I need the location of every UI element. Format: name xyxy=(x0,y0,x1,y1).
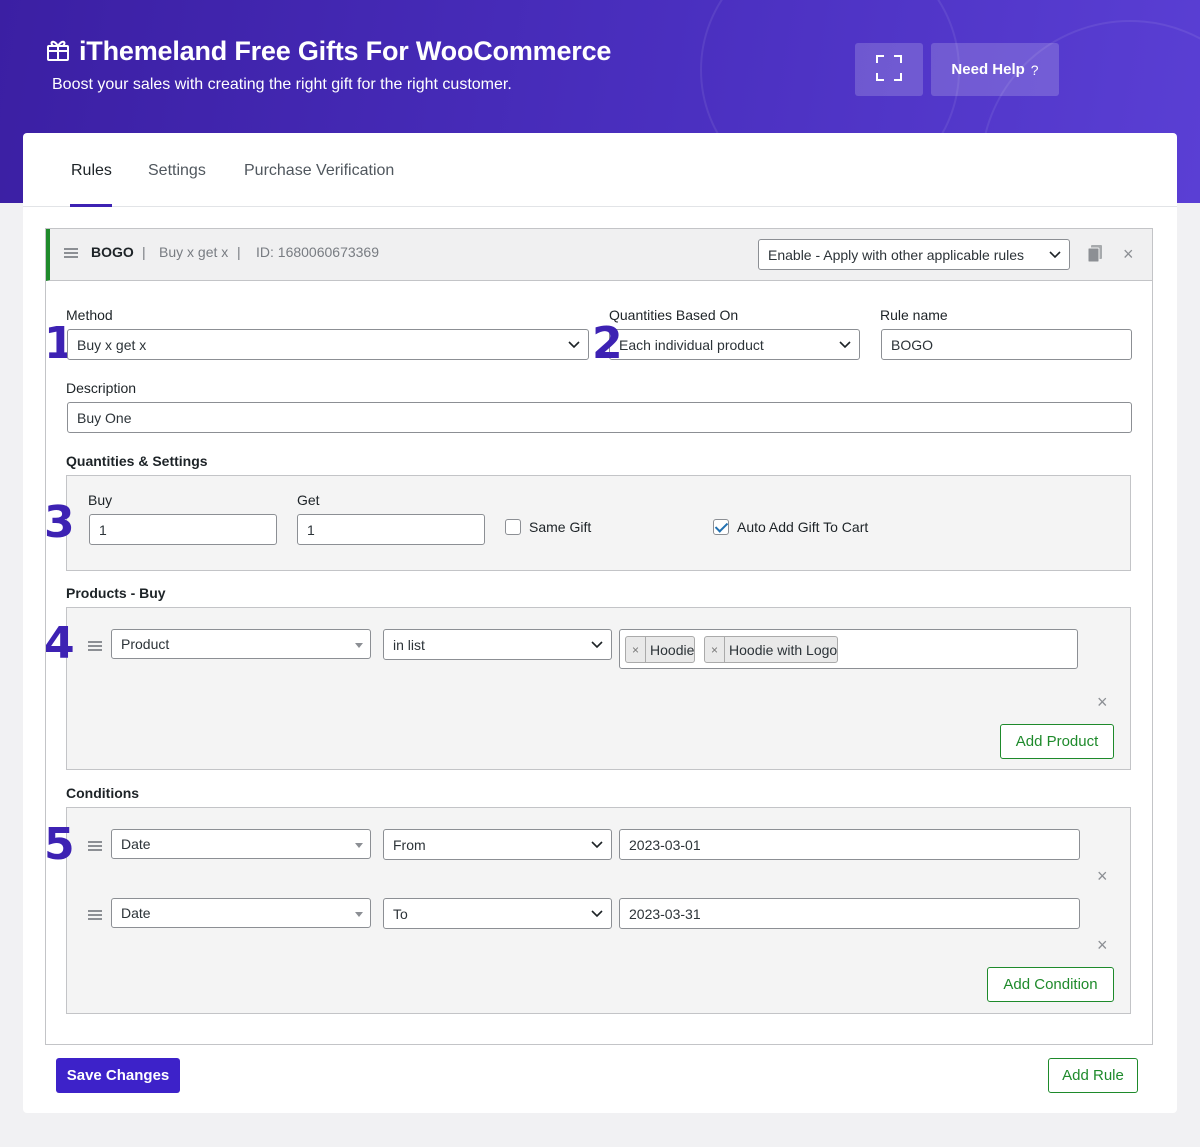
rule-status-select[interactable]: Enable - Apply with other applicable rul… xyxy=(758,239,1070,270)
tab-purchase-verification[interactable]: Purchase Verification xyxy=(244,162,394,180)
condition-type-value: Date xyxy=(121,905,151,921)
app-title: iThemeland Free Gifts For WooCommerce xyxy=(79,36,612,66)
app-subtitle: Boost your sales with creating the right… xyxy=(52,76,512,93)
method-value: Buy x get x xyxy=(77,336,147,353)
add-rule-button[interactable]: Add Rule xyxy=(1048,1058,1138,1093)
step-number: 2 xyxy=(592,318,623,369)
condition-operator-value: To xyxy=(393,905,408,922)
same-gift-checkbox[interactable] xyxy=(505,519,521,535)
remove-condition-icon[interactable]: × xyxy=(1097,936,1108,954)
product-tag: × Hoodie xyxy=(625,636,696,663)
condition-date-input[interactable]: 2023-03-01 xyxy=(619,829,1080,860)
get-quantity-input[interactable]: 1 xyxy=(297,514,485,545)
conditions-title: Conditions xyxy=(66,785,140,801)
product-operator-value: in list xyxy=(393,636,425,653)
product-operator-select[interactable]: in list xyxy=(383,629,612,660)
auto-add-gift-label: Auto Add Gift To Cart xyxy=(737,519,869,535)
header-separator: | xyxy=(142,244,146,260)
description-label: Description xyxy=(66,380,137,396)
product-tags-input[interactable]: × Hoodie × Hoodie with Logo xyxy=(619,629,1078,669)
products-buy-panel: Product in list × Hoodie × Hoodie with L… xyxy=(66,607,1131,770)
tab-settings[interactable]: Settings xyxy=(148,162,206,180)
products-buy-title: Products - Buy xyxy=(66,585,166,601)
rule-item: BOGO | Buy x get x | ID: 1680060673369 E… xyxy=(44,228,1153,1045)
buy-label: Buy xyxy=(88,492,113,508)
product-tag-label: Hoodie with Logo xyxy=(729,641,838,658)
condition-type-select[interactable]: Date xyxy=(111,829,371,859)
main-card: Rules Settings Purchase Verification BOG… xyxy=(23,133,1177,1113)
save-changes-button[interactable]: Save Changes xyxy=(56,1058,180,1093)
dropdown-arrow-icon xyxy=(355,843,363,848)
condition-operator-select[interactable]: To xyxy=(383,898,612,929)
need-help-button[interactable]: Need Help ? xyxy=(931,43,1059,96)
drag-handle-icon[interactable] xyxy=(64,248,78,258)
rule-header-method: Buy x get x xyxy=(159,244,229,260)
add-condition-button[interactable]: Add Condition xyxy=(987,967,1114,1002)
product-type-value: Product xyxy=(121,636,170,652)
drag-handle-icon[interactable] xyxy=(88,641,102,651)
quantities-settings-title: Quantities & Settings xyxy=(66,453,208,469)
same-gift-label: Same Gift xyxy=(529,519,592,535)
rule-status-value: Enable - Apply with other applicable rul… xyxy=(768,246,1025,263)
quantities-based-on-select[interactable]: Each individual product xyxy=(609,329,860,360)
chevron-down-icon xyxy=(1049,251,1061,259)
get-label: Get xyxy=(297,492,320,508)
conditions-panel: Date From 2023-03-01 × Date To 2023-03-3… xyxy=(66,807,1131,1014)
fullscreen-button[interactable] xyxy=(855,43,923,96)
question-icon: ? xyxy=(1030,61,1039,78)
header-separator: | xyxy=(237,244,241,260)
step-number: 4 xyxy=(44,618,75,669)
rule-header-name: BOGO xyxy=(91,244,134,260)
brand: iThemeland Free Gifts For WooCommerce xyxy=(45,36,611,67)
gift-icon xyxy=(45,36,71,67)
quantities-panel: Buy 1 Get 1 Same Gift Auto Add Gift To C… xyxy=(66,475,1131,571)
remove-product-icon[interactable]: × xyxy=(1097,693,1108,711)
remove-condition-icon[interactable]: × xyxy=(1097,867,1108,885)
chevron-down-icon xyxy=(839,341,851,349)
condition-type-select[interactable]: Date xyxy=(111,898,371,928)
condition-operator-select[interactable]: From xyxy=(383,829,612,860)
chevron-down-icon xyxy=(591,910,603,918)
tab-rules[interactable]: Rules xyxy=(71,162,112,180)
condition-operator-value: From xyxy=(393,836,426,853)
auto-add-gift-checkbox[interactable] xyxy=(713,519,729,535)
condition-type-value: Date xyxy=(121,836,151,852)
remove-tag-icon[interactable]: × xyxy=(626,637,647,662)
drag-handle-icon[interactable] xyxy=(88,910,102,920)
chevron-down-icon xyxy=(591,641,603,649)
fullscreen-icon xyxy=(875,54,903,86)
chevron-down-icon xyxy=(591,841,603,849)
rule-name-input[interactable]: BOGO xyxy=(881,329,1132,360)
remove-tag-icon[interactable]: × xyxy=(705,637,726,662)
tab-bar: Rules Settings Purchase Verification xyxy=(23,133,1177,207)
quantities-based-on-label: Quantities Based On xyxy=(609,307,739,323)
drag-handle-icon[interactable] xyxy=(88,841,102,851)
condition-date-input[interactable]: 2023-03-31 xyxy=(619,898,1080,929)
duplicate-icon[interactable] xyxy=(1087,245,1103,268)
buy-quantity-input[interactable]: 1 xyxy=(89,514,277,545)
rule-header[interactable]: BOGO | Buy x get x | ID: 1680060673369 E… xyxy=(46,229,1152,281)
product-tag-label: Hoodie xyxy=(650,641,695,658)
rule-name-label: Rule name xyxy=(880,307,948,323)
step-number: 5 xyxy=(44,819,75,870)
product-tag: × Hoodie with Logo xyxy=(704,636,839,663)
quantities-based-on-value: Each individual product xyxy=(619,336,764,353)
dropdown-arrow-icon xyxy=(355,912,363,917)
dropdown-arrow-icon xyxy=(355,643,363,648)
description-input[interactable]: Buy One xyxy=(67,402,1132,433)
add-product-button[interactable]: Add Product xyxy=(1000,724,1114,759)
active-tab-indicator xyxy=(70,204,112,207)
method-select[interactable]: Buy x get x xyxy=(67,329,589,360)
chevron-down-icon xyxy=(568,341,580,349)
step-number: 3 xyxy=(44,497,75,548)
product-type-select[interactable]: Product xyxy=(111,629,371,659)
need-help-label: Need Help xyxy=(951,61,1025,78)
close-icon[interactable]: × xyxy=(1123,245,1134,263)
rule-id: ID: 1680060673369 xyxy=(256,244,379,260)
